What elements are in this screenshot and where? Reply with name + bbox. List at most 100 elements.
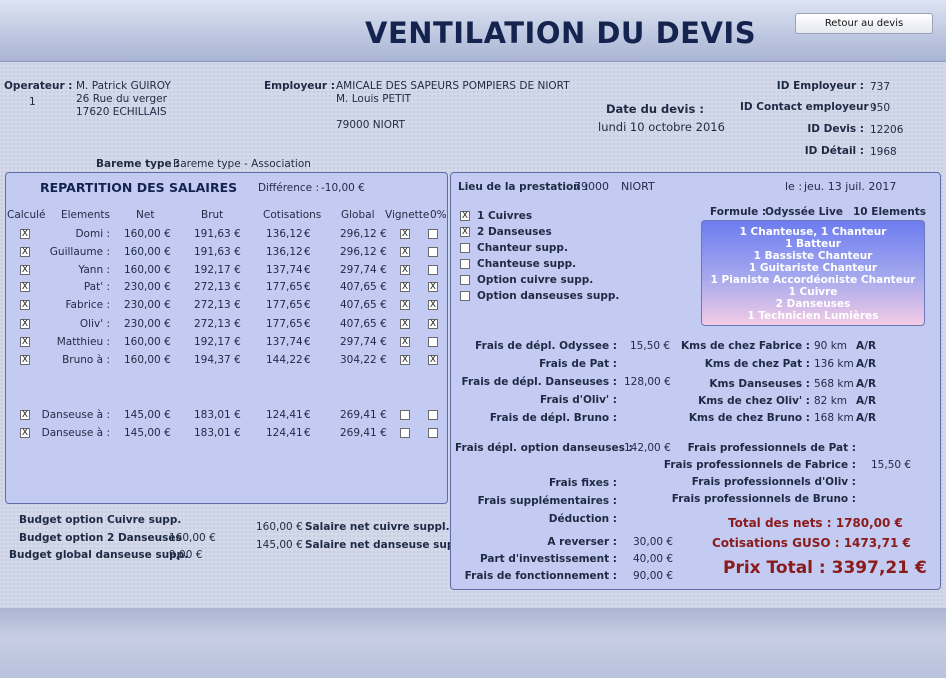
salaire-danseuse-label: Salaire net danseuse supp. <box>305 539 466 551</box>
zero-percent-checkbox[interactable] <box>428 229 438 239</box>
vignette-checkbox[interactable]: X <box>400 300 410 310</box>
global-value: 296,12 € <box>340 246 387 258</box>
zero-percent-checkbox[interactable]: X <box>428 319 438 329</box>
kms-danseuses-value: 568 km <box>814 378 854 390</box>
option-label: 2 Danseuses <box>477 226 552 238</box>
fonctionnement-label: Frais de fonctionnement : <box>464 570 617 582</box>
net-value: 160,00 € <box>124 336 171 348</box>
bareme-label: Bareme type : <box>96 158 180 170</box>
option-checkbox[interactable] <box>460 243 470 253</box>
employeur-name: AMICALE DES SAPEURS POMPIERS DE NIORT <box>336 80 570 92</box>
vignette-checkbox[interactable] <box>400 428 410 438</box>
id-detail-label: ID Détail : <box>804 145 864 157</box>
global-value: 269,41 € <box>340 427 387 439</box>
vignette-checkbox[interactable]: X <box>400 337 410 347</box>
zero-percent-checkbox[interactable] <box>428 428 438 438</box>
frais-pat-label: Frais de Pat : <box>539 358 617 370</box>
vignette-checkbox[interactable] <box>400 410 410 420</box>
global-value: 296,12 € <box>340 228 387 240</box>
vignette-checkbox[interactable]: X <box>400 282 410 292</box>
operateur-index: 1 <box>29 96 36 108</box>
zero-percent-checkbox[interactable] <box>428 337 438 347</box>
option-checkbox[interactable]: X <box>460 227 470 237</box>
global-value: 407,65 € <box>340 299 387 311</box>
brut-value: 194,37 € <box>194 354 241 366</box>
back-to-quote-button[interactable]: Retour au devis <box>795 13 933 34</box>
frais-odyssee-value: 15,50 € <box>630 340 671 352</box>
col-header-elements: Elements <box>61 209 110 221</box>
frais-fixes-label: Frais fixes : <box>548 477 617 489</box>
cotisations-value: 136,12 <box>266 228 303 240</box>
brut-value: 191,63 € <box>194 246 241 258</box>
employeur-label: Employeur : <box>264 80 335 92</box>
id-devis-label: ID Devis : <box>807 123 864 135</box>
frais-pro-oliv-label: Frais professionnels d'Oliv : <box>691 476 856 488</box>
element-name: Danseuse à : <box>41 427 110 439</box>
lieu-ville: NIORT <box>621 180 655 193</box>
kms-bruno-ar: A/R <box>856 412 877 424</box>
global-value: 297,74 € <box>340 264 387 276</box>
page-title: VENTILATION DU DEVIS <box>365 16 757 50</box>
footer-bar <box>0 608 946 678</box>
vignette-checkbox[interactable]: X <box>400 229 410 239</box>
cotisations-currency: € <box>304 228 311 240</box>
frais-bruno-label: Frais de dépl. Bruno : <box>489 412 617 424</box>
cotisations-currency: € <box>304 318 311 330</box>
net-value: 145,00 € <box>124 409 171 421</box>
element-name: Yann : <box>78 264 110 276</box>
col-header-vignette: Vignette <box>385 209 430 221</box>
frais-pro-fabrice-value: 15,50 € <box>871 459 912 471</box>
element-name: Pat' : <box>83 281 110 293</box>
brut-value: 192,17 € <box>194 264 241 276</box>
salaire-danseuse-value: 145,00 € <box>256 539 303 551</box>
salaire-cuivre-value: 160,00 € <box>256 521 303 533</box>
option-checkbox[interactable] <box>460 259 470 269</box>
total-nets: Total des nets : 1780,00 € <box>728 516 903 530</box>
vignette-checkbox[interactable]: X <box>400 247 410 257</box>
employeur-city: 79000 NIORT <box>336 119 405 131</box>
zero-percent-checkbox[interactable] <box>428 265 438 275</box>
brut-value: 272,13 € <box>194 281 241 293</box>
option-label: 1 Cuivres <box>477 210 533 222</box>
frais-option-danseuses-label: Frais dépl. option danseuses : <box>455 442 633 454</box>
kms-danseuses-label: Kms Danseuses : <box>709 378 810 390</box>
cotisations-value: 136,12 <box>266 246 303 258</box>
zero-percent-checkbox[interactable] <box>428 247 438 257</box>
element-name: Domi : <box>75 228 110 240</box>
option-checkbox[interactable] <box>460 275 470 285</box>
date-devis-label: Date du devis : <box>606 102 704 116</box>
net-value: 160,00 € <box>124 264 171 276</box>
vignette-checkbox[interactable]: X <box>400 265 410 275</box>
zero-percent-checkbox[interactable]: X <box>428 355 438 365</box>
brut-value: 272,13 € <box>194 299 241 311</box>
option-checkbox[interactable] <box>460 291 470 301</box>
frais-odyssee-label: Frais de dépl. Odyssee : <box>475 340 617 352</box>
cotisations-value: 177,65 <box>266 299 303 311</box>
option-checkbox[interactable]: X <box>460 211 470 221</box>
net-value: 230,00 € <box>124 281 171 293</box>
vignette-checkbox[interactable]: X <box>400 319 410 329</box>
frais-pro-pat-label: Frais professionnels de Pat : <box>687 442 856 454</box>
frais-danseuses-label: Frais de dépl. Danseuses : <box>461 376 617 388</box>
formule-value: Odyssée Live <box>765 206 843 218</box>
cotisations-value: 124,41 <box>266 427 303 439</box>
net-value: 160,00 € <box>124 246 171 258</box>
prestation-date-label: le : <box>785 180 803 193</box>
cotisations-value: 137,74 <box>266 264 303 276</box>
formule-line: 1 Bassiste Chanteur <box>753 250 873 262</box>
zero-percent-checkbox[interactable]: X <box>428 300 438 310</box>
net-value: 145,00 € <box>124 427 171 439</box>
formule-line: 2 Danseuses <box>775 298 851 310</box>
zero-percent-checkbox[interactable]: X <box>428 282 438 292</box>
net-value: 160,00 € <box>124 354 171 366</box>
net-value: 230,00 € <box>124 299 171 311</box>
budget-danseuses-value: 160,00 € <box>169 532 216 544</box>
option-label: Chanteur supp. <box>477 242 568 254</box>
operateur-name: M. Patrick GUIROY <box>76 80 171 92</box>
prestation-date-value: jeu. 13 juil. 2017 <box>804 180 897 193</box>
formule-composition-box: 1 Chanteuse, 1 Chanteur 1 Batteur 1 Bassis… <box>701 220 925 326</box>
cotisations-currency: € <box>304 427 311 439</box>
vignette-checkbox[interactable]: X <box>400 355 410 365</box>
zero-percent-checkbox[interactable] <box>428 410 438 420</box>
element-name: Fabrice : <box>65 299 110 311</box>
